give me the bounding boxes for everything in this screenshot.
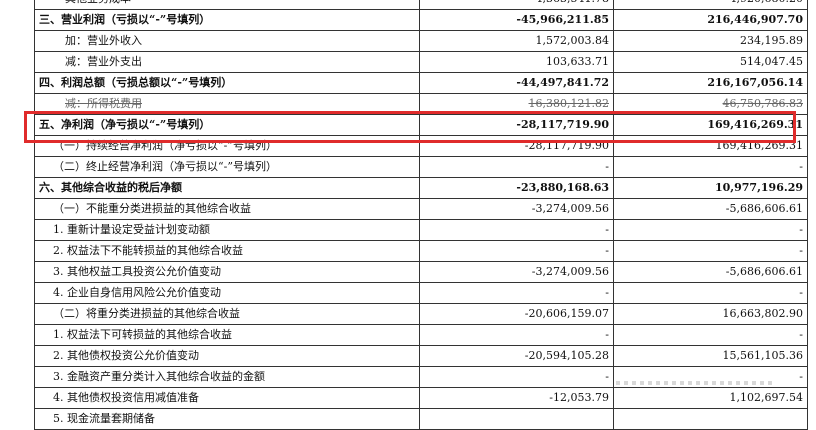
prior-period-value: 216,446,907.70 [613,9,808,31]
table-row: 六、其他综合收益的税后净额 -23,880,168.63 10,977,196.29 [34,177,808,199]
prior-period-value: 514,047.45 [613,51,808,73]
current-period-value: -23,880,168.63 [419,177,614,199]
row-label: 五、净利润（净亏损以“-”号填列） [34,114,420,136]
row-label: 3. 其他权益工具投资公允价值变动 [34,261,420,283]
current-period-value: -44,497,841.72 [419,72,614,94]
prior-period-value: 1,102,697.54 [613,387,808,409]
row-label: （一）不能重分类进损益的其他综合收益 [34,198,420,220]
prior-period-value: 216,167,056.14 [613,72,808,94]
prior-period-value: 46,750,786.83 [613,93,808,115]
table-row: 2. 其他债权投资公允价值变动 -20,594,105.28 15,561,105.… [34,345,808,367]
row-label: 加：营业外收入 [34,30,420,52]
row-label: 减：营业外支出 [34,51,420,73]
prior-period-value: - [613,219,808,241]
row-label: 2. 权益法下不能转损益的其他综合收益 [34,240,420,262]
prior-period-value: 169,416,269.31 [613,114,808,136]
table-row: （二）终止经营净利润（净亏损以“-”号填列） - - [34,156,808,178]
prior-period-value: -5,686,606.61 [613,261,808,283]
current-period-value: -3,274,009.56 [419,261,614,283]
prior-period-value: - [613,240,808,262]
scan-artifact [616,381,776,385]
row-label: 四、利润总额（亏损总额以“-”号填列） [34,72,420,94]
table-row: 4. 其他债权投资信用减值准备 -12,053.79 1,102,697.54 [34,387,808,409]
current-period-value: 1,572,003.84 [419,30,614,52]
row-label: 2. 其他债权投资公允价值变动 [34,345,420,367]
income-statement-table: 其他业务成本4,363,541.784,920,680.20三、营业利润（亏损以… [34,0,808,430]
prior-period-value [613,408,808,430]
table-row: 4. 企业自身信用风险公允价值变动 - - [34,282,808,304]
table-row: 减：营业外支出 103,633.71 514,047.45 [34,51,808,73]
prior-period-value: - [613,156,808,178]
table-row: 3. 其他权益工具投资公允价值变动 -3,274,009.56 -5,686,606… [34,261,808,283]
row-label: （二）终止经营净利润（净亏损以“-”号填列） [34,156,420,178]
row-label: 1. 重新计量设定受益计划变动额 [34,219,420,241]
current-period-value: - [419,282,614,304]
prior-period-value: - [613,282,808,304]
table-row: 三、营业利润（亏损以“-”号填列） -45,966,211.85 216,446,9… [34,9,808,31]
row-label: 1. 权益法下可转损益的其他综合收益 [34,324,420,346]
current-period-value: - [419,324,614,346]
row-label: 3. 金融资产重分类计入其他综合收益的金额 [34,366,420,388]
row-label: （二）将重分类进损益的其他综合收益 [34,303,420,325]
row-label: 三、营业利润（亏损以“-”号填列） [34,9,420,31]
prior-period-value: 16,663,802.90 [613,303,808,325]
prior-period-value: 4,920,680.20 [613,0,808,10]
row-label: （一）持续经营净利润（净亏损以“-”号填列） [34,135,420,157]
row-label: 5. 现金流量套期储备 [34,408,420,430]
current-period-value: -20,606,159.07 [419,303,614,325]
table-row: 2. 权益法下不能转损益的其他综合收益 - - [34,240,808,262]
current-period-value [419,408,614,430]
table-row: 1. 权益法下可转损益的其他综合收益 - - [34,324,808,346]
current-period-value: - [419,219,614,241]
current-period-value: 16,380,121.82 [419,93,614,115]
current-period-value: -45,966,211.85 [419,9,614,31]
current-period-value: - [419,366,614,388]
current-period-value: - [419,240,614,262]
current-period-value: - [419,156,614,178]
table-row: 1. 重新计量设定受益计划变动额 - - [34,219,808,241]
current-period-value: -3,274,009.56 [419,198,614,220]
current-period-value: -28,117,719.90 [419,135,614,157]
row-label: 其他业务成本 [34,0,420,10]
current-period-value: -20,594,105.28 [419,345,614,367]
prior-period-value: 10,977,196.29 [613,177,808,199]
row-label: 六、其他综合收益的税后净额 [34,177,420,199]
current-period-value: -28,117,719.90 [419,114,614,136]
table-row: （一）持续经营净利润（净亏损以“-”号填列） -28,117,719.90 169,… [34,135,808,157]
current-period-value: -12,053.79 [419,387,614,409]
table-row: 减：所得税费用 16,380,121.82 46,750,786.83 [34,93,808,115]
table-row: （一）不能重分类进损益的其他综合收益 -3,274,009.56 -5,686,60… [34,198,808,220]
row-label: 4. 企业自身信用风险公允价值变动 [34,282,420,304]
prior-period-value: 15,561,105.36 [613,345,808,367]
table-row: 四、利润总额（亏损总额以“-”号填列） -44,497,841.72 216,167… [34,72,808,94]
table-row: 加：营业外收入 1,572,003.84 234,195.89 [34,30,808,52]
current-period-value: 103,633.71 [419,51,614,73]
prior-period-value: -5,686,606.61 [613,198,808,220]
income-statement-body: 其他业务成本4,363,541.784,920,680.20三、营业利润（亏损以… [34,0,808,430]
table-row: （二）将重分类进损益的其他综合收益 -20,606,159.07 16,663,80… [34,303,808,325]
prior-period-value: 169,416,269.31 [613,135,808,157]
table-row: 五、净利润（净亏损以“-”号填列） -28,117,719.90 169,416,2… [34,114,808,136]
prior-period-value: 234,195.89 [613,30,808,52]
row-label: 4. 其他债权投资信用减值准备 [34,387,420,409]
table-row: 5. 现金流量套期储备 [34,408,808,430]
table-row: 其他业务成本4,363,541.784,920,680.20 [34,0,808,10]
row-label: 减：所得税费用 [34,93,420,115]
current-period-value: 4,363,541.78 [419,0,614,10]
prior-period-value: - [613,324,808,346]
